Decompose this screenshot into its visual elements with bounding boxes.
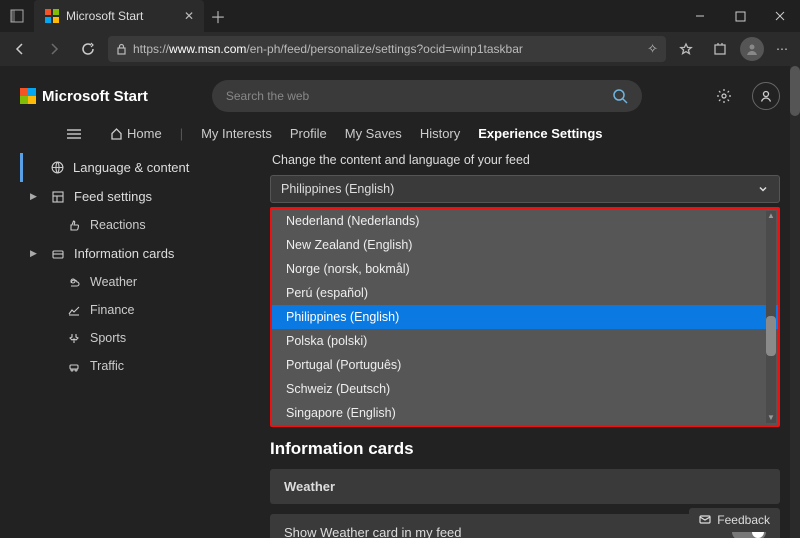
search-input[interactable]: Search the web <box>212 80 642 112</box>
language-option[interactable]: Norge (norsk, bokmål) <box>272 257 778 281</box>
feedback-icon <box>699 515 711 525</box>
sidebar-item-traffic[interactable]: Traffic <box>20 352 260 380</box>
language-option[interactable]: Perú (español) <box>272 281 778 305</box>
home-icon <box>110 127 123 140</box>
nav-back-button[interactable] <box>6 35 34 63</box>
thumb-icon <box>66 219 82 231</box>
page-scrollbar[interactable] <box>790 66 800 538</box>
nav-hamburger-icon[interactable] <box>62 127 86 141</box>
language-option[interactable]: New Zealand (English) <box>272 233 778 257</box>
page-scroll-thumb[interactable] <box>790 66 800 116</box>
nav-item[interactable]: My Interests <box>201 126 272 141</box>
sidebar: Language & content ▶ Feed settings React… <box>20 153 260 538</box>
nav-item[interactable]: History <box>420 126 460 141</box>
search-placeholder: Search the web <box>226 89 309 103</box>
page-nav: Home | My Interests Profile My Saves His… <box>0 122 800 153</box>
sidebar-item-information-cards[interactable]: ▶ Information cards <box>20 239 260 268</box>
brand[interactable]: Microsoft Start <box>20 88 148 105</box>
browser-toolbar: https://www.msn.com/en-ph/feed/personali… <box>0 32 800 66</box>
layout-icon <box>50 191 66 203</box>
card-weather-header[interactable]: Weather <box>270 469 780 504</box>
language-selected-label: Philippines (English) <box>281 182 394 196</box>
language-dropdown: Philippines (English) Nederland (Nederla… <box>270 175 780 203</box>
microsoft-logo-icon <box>20 88 36 104</box>
traffic-icon <box>66 360 82 372</box>
window-minimize-button[interactable] <box>680 0 720 32</box>
feedback-button[interactable]: Feedback <box>689 508 780 532</box>
dropdown-scrollbar[interactable]: ▲ ▼ <box>766 211 776 423</box>
nav-forward-button[interactable] <box>40 35 68 63</box>
address-bar[interactable]: https://www.msn.com/en-ph/feed/personali… <box>108 36 666 62</box>
window-titlebar: Microsoft Start ✕ ＋ <box>0 0 800 32</box>
chevron-right-icon: ▶ <box>30 248 40 259</box>
nav-item[interactable]: My Saves <box>345 126 402 141</box>
content: Language & content ▶ Feed settings React… <box>0 153 800 538</box>
nav-item-active[interactable]: Experience Settings <box>478 126 602 141</box>
sidebar-item-weather[interactable]: Weather <box>20 268 260 296</box>
chevron-down-icon <box>757 183 769 195</box>
settings-gear-icon[interactable] <box>710 82 738 110</box>
lock-icon <box>116 43 127 55</box>
tab-title: Microsoft Start <box>66 9 143 23</box>
cards-icon <box>50 248 66 260</box>
search-icon[interactable] <box>612 88 628 104</box>
nav-home[interactable]: Home <box>110 126 162 141</box>
account-avatar[interactable] <box>752 82 780 110</box>
brand-label: Microsoft Start <box>42 88 148 105</box>
weather-icon <box>66 276 82 288</box>
window-close-button[interactable] <box>760 0 800 32</box>
language-option[interactable]: Polska (polski) <box>272 329 778 353</box>
new-tab-button[interactable]: ＋ <box>204 0 232 32</box>
language-description: Change the content and language of your … <box>272 153 780 167</box>
close-tab-icon[interactable]: ✕ <box>184 9 194 23</box>
tab-favicon <box>44 8 60 24</box>
tab-strip-leading-icon[interactable] <box>0 0 34 32</box>
menu-button[interactable]: ⋯ <box>770 42 794 56</box>
collections-button[interactable] <box>706 35 734 63</box>
window-maximize-button[interactable] <box>720 0 760 32</box>
favorites-button[interactable] <box>672 35 700 63</box>
nav-item[interactable]: Profile <box>290 126 327 141</box>
language-dropdown-list: Nederland (Nederlands) New Zealand (Engl… <box>270 207 780 427</box>
language-option-selected[interactable]: Philippines (English) <box>272 305 778 329</box>
language-option[interactable]: Schweiz (Deutsch) <box>272 377 778 401</box>
sidebar-item-language-content[interactable]: Language & content <box>23 153 260 182</box>
language-option[interactable]: Nederland (Nederlands) <box>272 209 778 233</box>
scroll-down-arrow-icon[interactable]: ▼ <box>766 413 776 423</box>
profile-button[interactable] <box>740 37 764 61</box>
sidebar-item-reactions[interactable]: Reactions <box>20 211 260 239</box>
scroll-thumb[interactable] <box>766 316 776 356</box>
language-dropdown-button[interactable]: Philippines (English) <box>270 175 780 203</box>
scroll-up-arrow-icon[interactable]: ▲ <box>766 211 776 221</box>
sidebar-item-sports[interactable]: Sports <box>20 324 260 352</box>
browser-tab[interactable]: Microsoft Start ✕ <box>34 0 204 32</box>
finance-icon <box>66 304 82 316</box>
chevron-right-icon: ▶ <box>30 191 40 202</box>
globe-icon <box>49 161 65 174</box>
sports-icon <box>66 332 82 344</box>
address-url: https://www.msn.com/en-ph/feed/personali… <box>133 42 641 56</box>
main-panel: Change the content and language of your … <box>270 153 780 538</box>
read-aloud-icon[interactable]: ✧ <box>647 41 658 57</box>
sidebar-item-finance[interactable]: Finance <box>20 296 260 324</box>
show-weather-label: Show Weather card in my feed <box>284 525 462 538</box>
sidebar-item-feed-settings[interactable]: ▶ Feed settings <box>20 182 260 211</box>
language-option[interactable]: Singapore (English) <box>272 401 778 425</box>
page-viewport: Microsoft Start Search the web Home | My… <box>0 66 800 538</box>
reload-button[interactable] <box>74 35 102 63</box>
page-header: Microsoft Start Search the web <box>0 66 800 122</box>
section-information-cards: Information cards <box>270 439 780 459</box>
language-option[interactable]: Portugal (Português) <box>272 353 778 377</box>
